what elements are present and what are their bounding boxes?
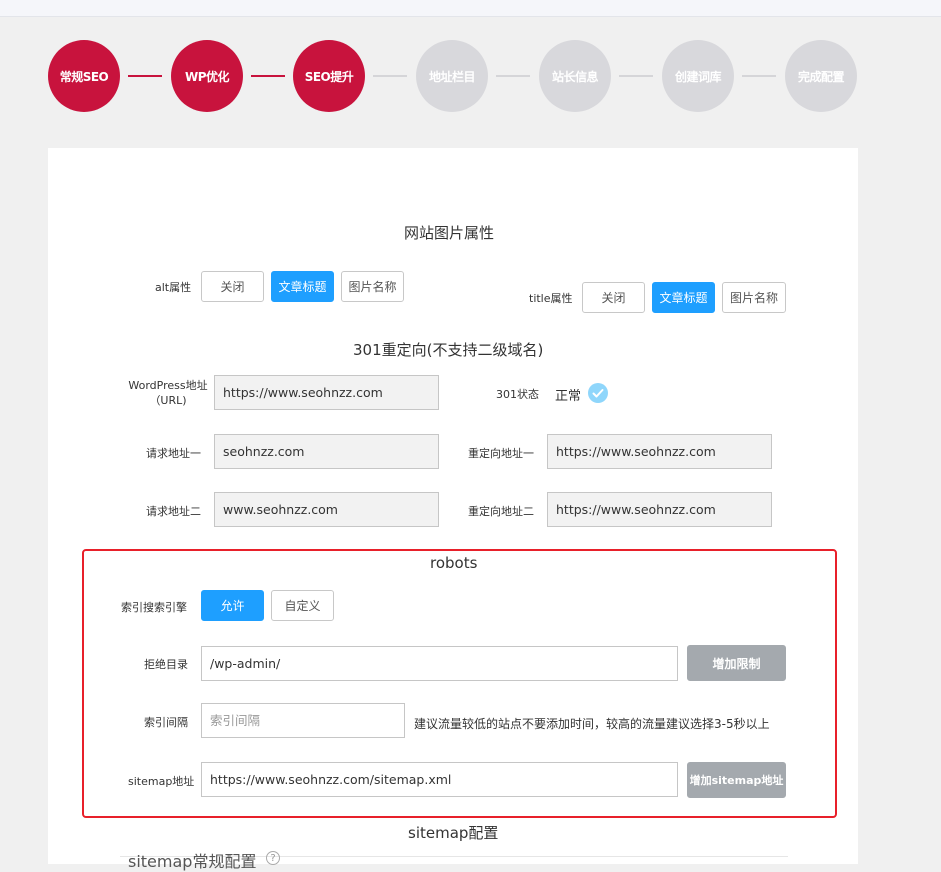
step-regular-seo[interactable]: 常规SEO [48,40,120,112]
top-bar [0,0,941,17]
step-connector [373,75,407,77]
redirect-url-2-field[interactable]: https://www.seohnzz.com [547,492,772,527]
request-url-2-field[interactable]: www.seohnzz.com [214,492,439,527]
step-connector [128,75,162,77]
redirect-title: 301重定向(不支持二级域名) [353,341,544,359]
index-interval-input[interactable] [201,703,405,738]
step-wp-optimize[interactable]: WP优化 [171,40,243,112]
robots-title: robots [430,554,478,572]
step-label: 站长信息 [551,69,599,84]
custom-button[interactable]: 自定义 [271,590,334,621]
redirect-url-1-field[interactable]: https://www.seohnzz.com [547,434,772,469]
alt-attr-label: alt属性 [155,281,192,294]
sitemap-config-title: sitemap配置 [408,824,499,842]
step-seo-boost[interactable]: SEO提升 [293,40,365,112]
step-connector [496,75,530,77]
step-webmaster-info[interactable]: 站长信息 [539,40,611,112]
wp-url-label: WordPress地址（URL) [128,379,208,407]
step-connector [251,75,285,77]
index-interval-label: 索引间隔 [144,716,188,729]
request-url-1-label: 请求地址一 [146,447,201,460]
redirect-status-value: 正常 [555,389,582,404]
sitemap-general-title: sitemap常规配置 [128,852,257,871]
step-create-lexicon[interactable]: 创建词库 [662,40,734,112]
request-url-1-field[interactable]: seohnzz.com [214,434,439,469]
step-label: 完成配置 [797,69,845,84]
wp-url-field[interactable]: https://www.seohnzz.com [214,375,439,410]
title-image-name-button[interactable]: 图片名称 [722,282,786,313]
title-off-button[interactable]: 关闭 [582,282,645,313]
check-circle-icon [588,383,608,403]
sitemap-url-field[interactable]: https://www.seohnzz.com/sitemap.xml [201,762,678,797]
add-limit-button[interactable]: 增加限制 [687,645,786,681]
deny-dir-label: 拒绝目录 [144,658,188,671]
step-label: 创建词库 [674,69,722,84]
alt-article-title-button[interactable]: 文章标题 [271,271,334,302]
step-label: 地址栏目 [428,69,476,84]
title-attr-label: title属性 [529,292,573,305]
step-label: WP优化 [184,69,230,84]
alt-off-button[interactable]: 关闭 [201,271,264,302]
redirect-status-label: 301状态 [496,388,539,401]
redirect-url-1-label: 重定向地址一 [468,447,534,460]
step-finish-config[interactable]: 完成配置 [785,40,857,112]
redirect-url-2-label: 重定向地址二 [468,505,534,518]
allow-button[interactable]: 允许 [201,590,264,621]
step-connector [619,75,653,77]
alt-image-name-button[interactable]: 图片名称 [341,271,404,302]
step-url-columns[interactable]: 地址栏目 [416,40,488,112]
index-engine-label: 索引搜索引擎 [121,601,187,614]
step-label: SEO提升 [304,69,354,84]
interval-hint: 建议流量较低的站点不要添加时间，较高的流量建议选择3-5秒以上 [414,717,770,731]
sitemap-url-label: sitemap地址 [128,775,195,788]
image-attrs-title: 网站图片属性 [404,224,495,242]
title-article-title-button[interactable]: 文章标题 [652,282,715,313]
request-url-2-label: 请求地址二 [146,505,201,518]
step-label: 常规SEO [59,69,109,84]
add-sitemap-button[interactable]: 增加sitemap地址 [687,762,786,798]
step-connector [742,75,776,77]
deny-dir-field[interactable]: /wp-admin/ [201,646,678,681]
help-icon[interactable]: ? [266,851,280,865]
